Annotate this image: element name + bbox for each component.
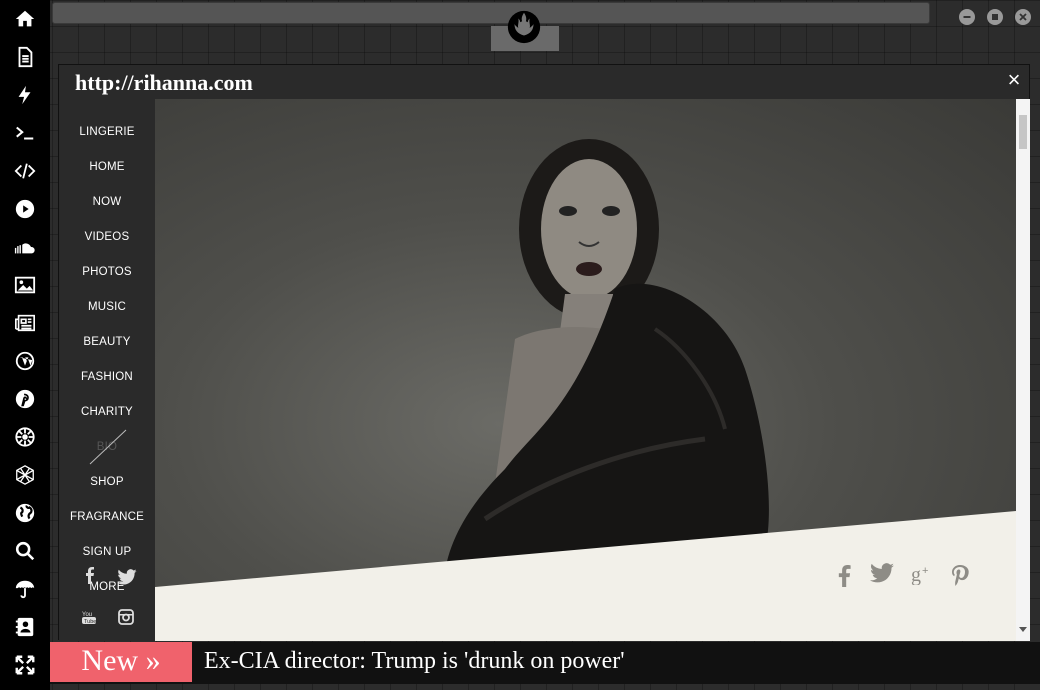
- web-viewport: LINGERIE HOME NOW VIDEOS PHOTOS MUSIC BE…: [59, 99, 1030, 641]
- nav-item-more[interactable]: MORE: [59, 581, 155, 593]
- pinterest-icon[interactable]: [0, 381, 50, 417]
- ticker-headline[interactable]: Ex-CIA director: Trump is 'drunk on powe…: [204, 648, 625, 675]
- nav-twitter-icon[interactable]: [117, 569, 137, 585]
- expand-icon[interactable]: [0, 647, 50, 683]
- home-icon[interactable]: [0, 1, 50, 37]
- bolt-icon[interactable]: [0, 77, 50, 113]
- browser-window: http://rihanna.com × LINGERIE HOME NOW V…: [58, 64, 1030, 641]
- hexagon-icon[interactable]: [0, 457, 50, 493]
- google-plus-icon[interactable]: g +: [911, 563, 933, 586]
- hero-image: g +: [155, 99, 1016, 641]
- app-sidebar: [0, 0, 50, 690]
- page-scrollbar[interactable]: [1016, 99, 1030, 641]
- nav-item-music[interactable]: MUSIC: [59, 301, 155, 313]
- nav-item-fragrance[interactable]: FRAGRANCE: [59, 511, 155, 523]
- hero-portrait: [155, 139, 1016, 641]
- minimize-button[interactable]: [959, 9, 975, 25]
- nav-youtube-icon[interactable]: You Tube: [81, 609, 97, 625]
- maximize-button[interactable]: [987, 9, 1003, 25]
- nav-item-shop[interactable]: SHOP: [59, 476, 155, 488]
- nav-facebook-icon[interactable]: [83, 566, 95, 584]
- nav-item-photos[interactable]: PHOTOS: [59, 266, 155, 278]
- wordpress-icon[interactable]: [0, 343, 50, 379]
- contacts-icon[interactable]: [0, 609, 50, 645]
- galactic-empire-icon[interactable]: [0, 419, 50, 455]
- bio-strike-line: [89, 429, 127, 465]
- window-title: http://rihanna.com: [75, 70, 253, 95]
- play-icon[interactable]: [0, 191, 50, 227]
- facebook-icon[interactable]: [837, 565, 851, 587]
- search-icon[interactable]: [0, 533, 50, 569]
- document-icon[interactable]: [0, 39, 50, 75]
- nav-item-lingerie[interactable]: LINGERIE: [59, 126, 155, 138]
- nav-item-fashion[interactable]: FASHION: [59, 371, 155, 383]
- nav-item-charity[interactable]: CHARITY: [59, 406, 155, 418]
- nav-item-home[interactable]: HOME: [59, 161, 155, 173]
- svg-text:g: g: [911, 564, 921, 585]
- news-ticker: New » Ex-CIA director: Trump is 'drunk o…: [50, 642, 1040, 684]
- scroll-down-icon[interactable]: [1019, 627, 1027, 633]
- nav-instagram-icon[interactable]: [118, 609, 134, 625]
- ticker-new-button[interactable]: New »: [50, 642, 192, 682]
- site-nav: LINGERIE HOME NOW VIDEOS PHOTOS MUSIC BE…: [59, 99, 155, 641]
- close-app-button[interactable]: [1015, 9, 1031, 25]
- nav-item-videos[interactable]: VIDEOS: [59, 231, 155, 243]
- terminal-icon[interactable]: [0, 115, 50, 151]
- window-close-button[interactable]: ×: [1005, 69, 1023, 91]
- minimize-icon: [963, 16, 971, 18]
- pinterest-icon[interactable]: [951, 564, 969, 586]
- svg-text:Tube: Tube: [84, 619, 96, 625]
- address-bar[interactable]: [52, 2, 930, 24]
- nav-item-sign-up[interactable]: SIGN UP: [59, 546, 155, 558]
- umbrella-icon[interactable]: [0, 571, 50, 607]
- scrollbar-thumb[interactable]: [1019, 115, 1027, 149]
- nav-item-now[interactable]: NOW: [59, 196, 155, 208]
- twitter-icon[interactable]: [870, 563, 894, 583]
- code-icon[interactable]: [0, 153, 50, 189]
- close-icon: [1019, 13, 1027, 21]
- news-icon[interactable]: [0, 305, 50, 341]
- nav-item-beauty[interactable]: BEAUTY: [59, 336, 155, 348]
- soundcloud-icon[interactable]: [0, 229, 50, 265]
- image-icon[interactable]: [0, 267, 50, 303]
- maximize-icon: [992, 14, 998, 20]
- globe-icon[interactable]: [0, 495, 50, 531]
- svg-text:+: +: [922, 565, 928, 577]
- rebel-alliance-logo-icon: [505, 8, 543, 46]
